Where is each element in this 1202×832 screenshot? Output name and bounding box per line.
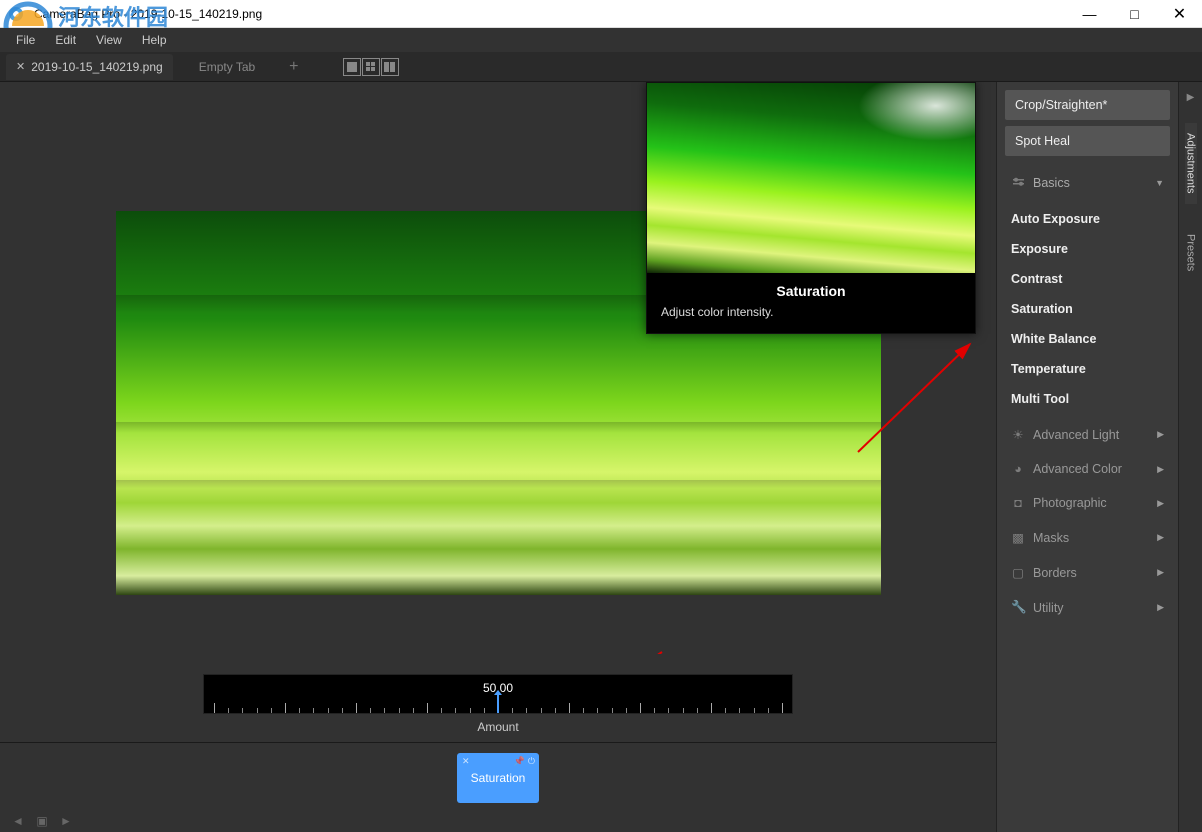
menu-help[interactable]: Help <box>132 31 177 49</box>
category-utility[interactable]: 🔧 Utility ▶ <box>1005 593 1170 622</box>
side-tab-strip: ▶ Adjustments Presets <box>1178 82 1202 832</box>
chevron-right-icon: ▶ <box>1157 567 1164 578</box>
tab-active[interactable]: ✕ 2019-10-15_140219.png <box>6 54 173 80</box>
window-title: CameraBag Pro - 2019-10-15_140219.png <box>32 7 1067 21</box>
tab-bar: ✕ 2019-10-15_140219.png Empty Tab + <box>0 52 1202 82</box>
window-controls: ― □ ✕ <box>1067 0 1202 27</box>
effects-stack: ✕ 📌 ⏻ Saturation ◄ ▣ ► <box>0 742 996 832</box>
chevron-down-icon: ▼ <box>1155 178 1164 188</box>
chevron-right-icon: ▶ <box>1157 602 1164 613</box>
slider-section: 50.00 Amount <box>0 654 996 742</box>
tab-add-button[interactable]: + <box>281 54 306 80</box>
stack-next-icon[interactable]: ► <box>58 814 74 828</box>
basics-list: Auto Exposure Exposure Contrast Saturati… <box>1005 204 1170 414</box>
image-viewport[interactable]: Saturation Adjust color intensity. <box>0 82 996 654</box>
tab-empty[interactable]: Empty Tab <box>189 54 265 80</box>
amount-slider[interactable]: 50.00 <box>203 674 793 714</box>
chip-power-icon[interactable]: ⏻ <box>528 756 535 767</box>
chip-pin-icon[interactable]: 📌 <box>514 756 525 767</box>
view-grid-icon[interactable] <box>362 58 380 76</box>
collapse-sidebar-icon[interactable]: ▶ <box>1187 92 1195 103</box>
application-frame: File Edit View Help ✕ 2019-10-15_140219.… <box>0 28 1202 832</box>
category-borders[interactable]: ▢ Borders ▶ <box>1005 558 1170 587</box>
category-basics[interactable]: Basics ▼ <box>1005 168 1170 198</box>
tab-label: 2019-10-15_140219.png <box>31 60 162 74</box>
wrench-icon: 🔧 <box>1011 600 1025 615</box>
sun-icon: ☀ <box>1011 427 1025 442</box>
tooltip-description: Adjust color intensity. <box>661 305 961 319</box>
view-single-icon[interactable] <box>343 58 361 76</box>
stack-layers-icon[interactable]: ▣ <box>34 814 50 828</box>
slider-label: Amount <box>0 720 996 734</box>
minimize-button[interactable]: ― <box>1067 0 1112 27</box>
chevron-right-icon: ▶ <box>1157 464 1164 475</box>
chevron-right-icon: ▶ <box>1157 532 1164 543</box>
app-icon <box>4 2 28 26</box>
palette-icon: ◕ <box>1011 462 1025 476</box>
menu-file[interactable]: File <box>6 31 45 49</box>
basic-exposure[interactable]: Exposure <box>1005 234 1170 264</box>
tooltip-image <box>647 83 975 273</box>
menu-edit[interactable]: Edit <box>45 31 86 49</box>
tooltip-preview: Saturation Adjust color intensity. <box>646 82 976 334</box>
camera-icon: ◘ <box>1011 496 1025 510</box>
stack-prev-icon[interactable]: ◄ <box>10 814 26 828</box>
tab-close-icon[interactable]: ✕ <box>16 60 25 73</box>
chip-close-icon[interactable]: ✕ <box>462 756 470 767</box>
chevron-right-icon: ▶ <box>1157 498 1164 509</box>
vtab-adjustments[interactable]: Adjustments <box>1185 123 1197 204</box>
view-toggle-group <box>343 58 399 76</box>
slider-handle[interactable] <box>497 695 499 713</box>
basic-auto-exposure[interactable]: Auto Exposure <box>1005 204 1170 234</box>
menu-view[interactable]: View <box>86 31 132 49</box>
basic-temperature[interactable]: Temperature <box>1005 354 1170 384</box>
view-split-icon[interactable] <box>381 58 399 76</box>
effect-chip-saturation[interactable]: ✕ 📌 ⏻ Saturation <box>457 753 539 803</box>
maximize-button[interactable]: □ <box>1112 0 1157 27</box>
crop-straighten-button[interactable]: Crop/Straighten* <box>1005 90 1170 120</box>
category-masks[interactable]: ▩ Masks ▶ <box>1005 523 1170 552</box>
adjustments-panel: Crop/Straighten* Spot Heal Basics ▼ Auto… <box>996 82 1178 832</box>
mask-icon: ▩ <box>1011 530 1025 545</box>
spot-heal-button[interactable]: Spot Heal <box>1005 126 1170 156</box>
title-bar: CameraBag Pro - 2019-10-15_140219.png ― … <box>0 0 1202 28</box>
borders-icon: ▢ <box>1011 565 1025 580</box>
basics-icon <box>1011 175 1025 191</box>
category-photographic[interactable]: ◘ Photographic ▶ <box>1005 489 1170 517</box>
basic-white-balance[interactable]: White Balance <box>1005 324 1170 354</box>
menu-bar: File Edit View Help <box>0 28 1202 52</box>
tooltip-title: Saturation <box>661 283 961 299</box>
close-button[interactable]: ✕ <box>1157 0 1202 27</box>
chevron-right-icon: ▶ <box>1157 429 1164 440</box>
basic-multi-tool[interactable]: Multi Tool <box>1005 384 1170 414</box>
category-advanced-color[interactable]: ◕ Advanced Color ▶ <box>1005 455 1170 483</box>
chip-label: Saturation <box>471 771 526 785</box>
basic-saturation[interactable]: Saturation <box>1005 294 1170 324</box>
basic-contrast[interactable]: Contrast <box>1005 264 1170 294</box>
canvas-area: Saturation Adjust color intensity. <box>0 82 996 832</box>
vtab-presets[interactable]: Presets <box>1185 224 1197 281</box>
category-advanced-light[interactable]: ☀ Advanced Light ▶ <box>1005 420 1170 449</box>
